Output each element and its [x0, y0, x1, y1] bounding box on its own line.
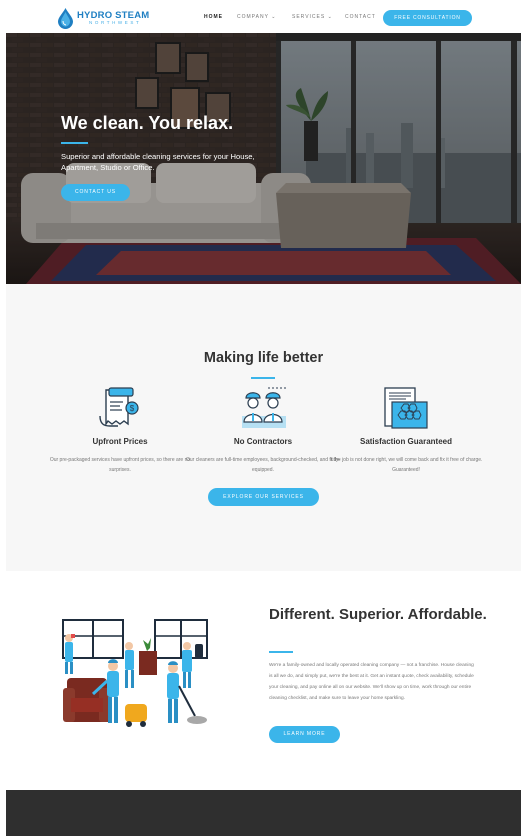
- explore-services-button[interactable]: EXPLORE OUR SERVICES: [208, 488, 319, 506]
- hero-title: We clean. You relax.: [61, 113, 234, 133]
- feature-desc-no-contractors: Our cleaners are full-time employees, ba…: [186, 457, 340, 473]
- logo-title: HYDRO STEAM: [77, 9, 150, 21]
- nav-home[interactable]: HOME: [204, 14, 223, 20]
- feature-desc-satisfaction-guaranteed: If the job is not done right, we will co…: [329, 457, 483, 473]
- upfront-price-receipt-icon: $: [99, 387, 139, 427]
- chevron-down-icon: ⌄: [271, 14, 277, 20]
- hero-section: We clean. You relax. Superior and afford…: [6, 33, 521, 284]
- logo[interactable]: HYDRO STEAM NORTHWEST: [58, 7, 149, 29]
- nav-company[interactable]: COMPANY ⌄: [237, 14, 276, 20]
- feature-title-no-contractors: No Contractors: [233, 437, 293, 446]
- workers-icon: [242, 387, 286, 428]
- hero-divider: [61, 142, 88, 144]
- nav-contact[interactable]: CONTACT: [345, 14, 376, 20]
- feature-desc-upfront-prices: Our pre-packaged services have upfront p…: [49, 457, 191, 473]
- chevron-down-icon: ⌄: [327, 14, 333, 20]
- feature-title-upfront-prices: Upfront Prices: [92, 437, 148, 446]
- guarantee-certificate-icon: [384, 387, 428, 429]
- contact-us-button[interactable]: CONTACT US: [61, 184, 130, 201]
- nav-services[interactable]: SERVICES ⌄: [292, 14, 333, 20]
- nav-company-label: COMPANY: [237, 14, 269, 20]
- features-title: Making life better: [203, 350, 324, 366]
- site-header: HYDRO STEAM NORTHWEST HOME COMPANY ⌄ SER…: [0, 0, 527, 33]
- about-title: Different. Superior. Affordable.: [269, 606, 487, 623]
- svg-text:$: $: [130, 404, 135, 413]
- logo-subtitle: NORTHWEST: [89, 20, 142, 25]
- features-divider: [251, 377, 275, 379]
- nav-services-label: SERVICES: [292, 14, 326, 20]
- hero-subtitle: Superior and affordable cleaning service…: [61, 152, 255, 172]
- about-text: We're a family-owned and locally operate…: [269, 663, 474, 701]
- about-divider: [269, 651, 293, 653]
- feature-title-satisfaction-guaranteed: Satisfaction Guaranteed: [359, 437, 453, 446]
- site-footer: [6, 790, 521, 836]
- water-drop-icon: [58, 7, 73, 29]
- free-consultation-button[interactable]: FREE CONSULTATION: [383, 10, 472, 26]
- cleaning-team-illustration: [62, 619, 208, 727]
- learn-more-button[interactable]: LEARN MORE: [269, 726, 340, 743]
